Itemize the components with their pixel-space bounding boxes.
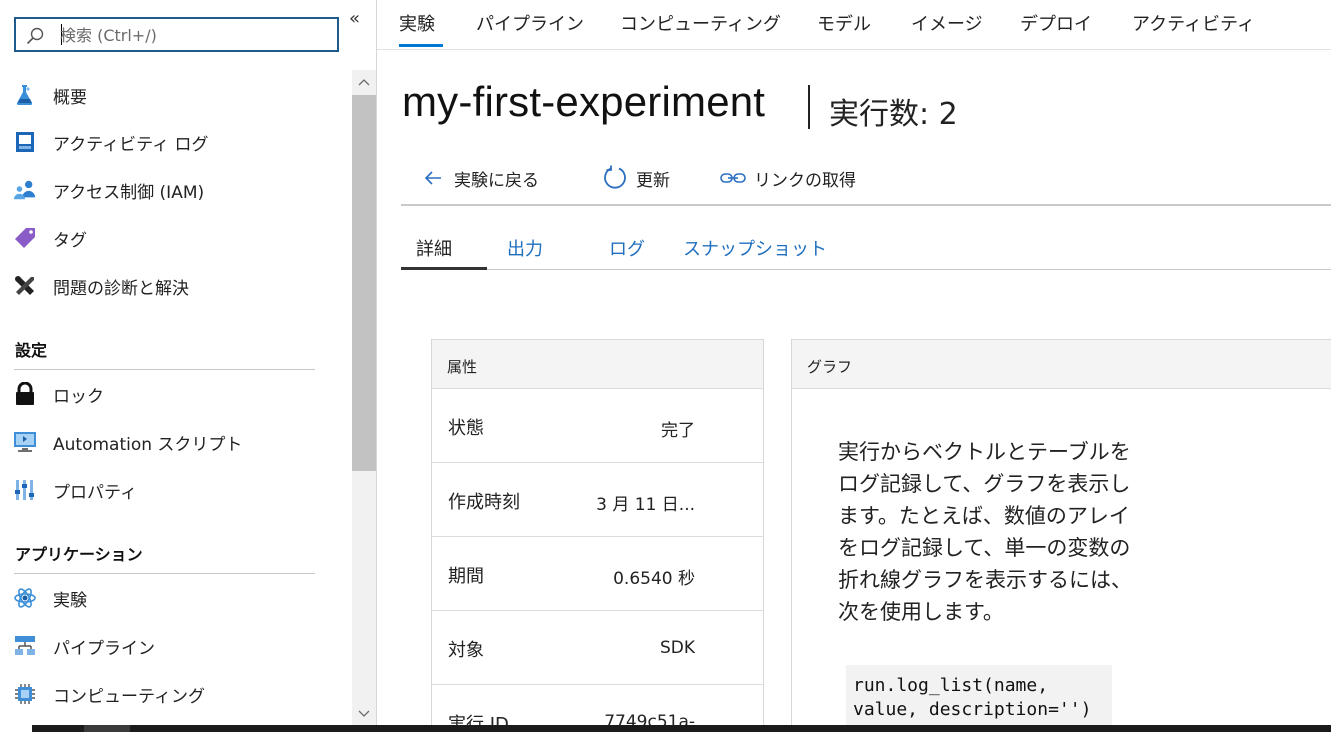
sidebar-item-tags[interactable]: タグ [0,218,352,258]
graph-description: 実行からベクトルとテーブルをログ記録して、グラフを表示します。たとえば、数値のア… [838,440,1132,624]
sidebar-item-activity-log[interactable]: アクティビティ ログ [0,122,352,162]
sidebar-item-label: Automation スクリプト [53,434,243,455]
property-row-target: 対象 SDK [432,611,763,685]
property-value: SDK [659,638,695,658]
section-divider [14,369,315,370]
taskbar-item[interactable] [84,725,130,732]
sidebar-item-access-control[interactable]: アクセス制御 (IAM) [0,170,352,210]
tab-compute[interactable]: コンピューティング [620,10,781,36]
sidebar-item-lock[interactable]: ロック [0,374,352,414]
sidebar-item-label: アクセス制御 (IAM) [53,182,205,203]
graph-card-header: グラフ [792,340,1331,389]
property-row-created: 作成時刻 3 月 11 日... [432,463,763,537]
lock-icon [13,382,37,406]
tag-icon [13,226,37,250]
graph-card: グラフ 実行からベクトルとテーブルをログ記録して、グラフを表示します。たとえば、… [791,339,1331,732]
tab-snapshot[interactable]: スナップショット [683,235,827,261]
get-link-label: リンクの取得 [754,170,856,191]
tab-experiments[interactable]: 実験 [399,10,435,36]
refresh-label: 更新 [636,170,670,191]
property-row-duration: 期間 0.6540 秒 [432,537,763,611]
properties-icon [13,478,37,502]
sidebar-item-pipelines[interactable]: パイプライン [0,626,352,666]
property-key: 期間 [448,566,484,587]
property-key: 状態 [448,418,484,439]
sidebar-item-automation-script[interactable]: Automation スクリプト [0,422,352,462]
title-separator [808,85,810,129]
sidebar-divider [376,0,377,732]
section-title-settings: 設定 [15,341,48,360]
section-title-application: アプリケーション [15,545,143,564]
properties-title: 属性 [447,358,478,376]
sidebar-item-experiments[interactable]: 実験 [0,578,352,618]
property-row-status: 状態 完了 [432,389,763,463]
property-key: 作成時刻 [448,492,520,513]
tab-pipelines[interactable]: パイプライン [476,10,584,36]
sidebar-item-label: 問題の診断と解決 [53,278,189,299]
taskbar [32,725,1331,732]
wrench-icon [13,274,37,298]
sidebar-item-label: プロパティ [53,482,137,503]
code-text: run.log_list(name, value, description=''… [853,675,1092,720]
sidebar-item-diagnose[interactable]: 問題の診断と解決 [0,266,352,306]
activity-log-icon [13,130,37,154]
scrollbar-thumb[interactable] [352,95,376,471]
properties-card: 属性 状態 完了 作成時刻 3 月 11 日... 期間 0.6540 秒 対象… [431,339,764,732]
property-value: 3 月 11 日... [596,495,695,515]
sidebar-item-overview[interactable]: 概要 [0,75,352,115]
page-title: my-first-experiment [402,78,766,125]
get-link-button[interactable]: リンクの取得 [720,164,856,192]
refresh-button[interactable]: 更新 [602,164,670,192]
back-label: 実験に戻る [454,170,539,191]
property-value: 0.6540 秒 [613,569,695,589]
sidebar-item-label: タグ [53,230,87,251]
sidebar-item-properties[interactable]: プロパティ [0,470,352,510]
compute-icon [13,682,37,706]
active-tab-indicator [399,44,443,47]
sidebar-item-label: ロック [53,386,104,407]
code-sample: run.log_list(name, value, description=''… [846,665,1112,732]
top-navigation: 実験 パイプライン コンピューティング モデル イメージ デプロイ アクティビテ… [377,0,1331,50]
back-to-experiments-button[interactable]: 実験に戻る [420,164,539,192]
sidebar: 概要 アクティビティ ログ アクセス制御 (IAM) [0,0,352,732]
refresh-icon [602,165,628,191]
properties-card-header: 属性 [432,340,763,389]
run-count: 実行数: 2 [829,97,958,132]
automation-script-icon [13,430,37,454]
graph-title: グラフ [807,358,853,376]
sidebar-item-label: 実験 [53,590,87,611]
property-key: 対象 [448,640,484,661]
tab-deployments[interactable]: デプロイ [1020,10,1092,36]
sidebar-item-compute[interactable]: コンピューティング [0,674,352,714]
sidebar-item-label: コンピューティング [53,686,205,707]
search-box[interactable] [14,17,339,52]
link-icon [720,165,746,191]
arrow-left-icon [420,165,446,191]
experiment-icon [13,586,37,610]
command-bar-divider [401,204,1331,206]
tab-activities[interactable]: アクティビティ [1132,10,1255,36]
section-divider [14,573,315,574]
search-input[interactable] [60,23,330,47]
collapse-sidebar-icon[interactable]: « [349,8,365,29]
subtab-divider [401,269,1331,270]
overview-icon [13,83,37,107]
access-control-icon [13,178,37,202]
sidebar-item-label: 概要 [53,87,87,108]
tab-outputs[interactable]: 出力 [507,235,543,261]
search-icon [26,27,44,45]
tab-details[interactable]: 詳細 [416,235,452,261]
tab-models[interactable]: モデル [817,10,871,36]
sidebar-item-label: パイプライン [53,638,155,659]
active-subtab-indicator [401,267,487,270]
pipeline-icon [13,634,37,658]
scroll-up-icon[interactable] [352,70,376,94]
scroll-down-icon[interactable] [352,702,376,726]
property-value: 完了 [661,421,695,441]
tab-images[interactable]: イメージ [911,10,983,36]
tab-logs[interactable]: ログ [609,235,645,261]
sidebar-item-label: アクティビティ ログ [53,134,209,155]
